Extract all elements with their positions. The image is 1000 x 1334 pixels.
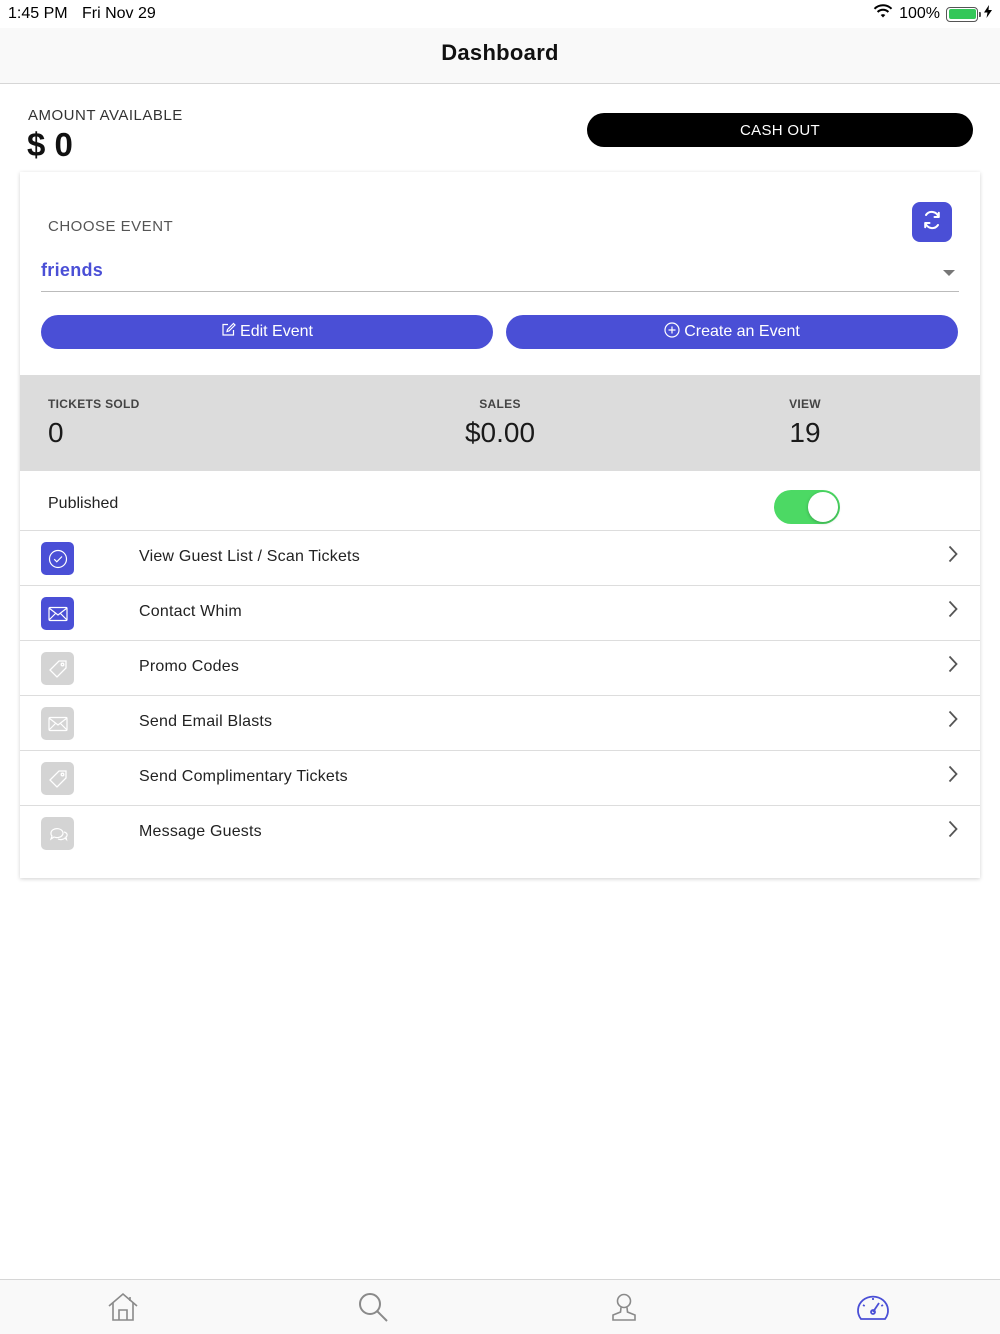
edit-event-button[interactable]: Edit Event xyxy=(41,315,493,349)
envelope-icon xyxy=(41,597,74,630)
event-stats: TICKETS SOLD 0 SALES $0.00 VIEW 19 xyxy=(20,375,980,471)
tag-icon xyxy=(41,652,74,685)
menu-item-message-guests[interactable]: Message Guests xyxy=(20,806,980,861)
choose-event-label: CHOOSE EVENT xyxy=(48,218,174,235)
stat-view-label: VIEW xyxy=(789,397,821,411)
menu-item-label: Contact Whim xyxy=(139,603,242,620)
chevron-right-icon xyxy=(948,545,958,568)
amount-available-label: AMOUNT AVAILABLE xyxy=(28,107,183,124)
chevron-right-icon xyxy=(948,820,958,843)
chevron-right-icon xyxy=(948,655,958,678)
create-event-label: Create an Event xyxy=(684,323,800,340)
stat-view: VIEW 19 xyxy=(755,397,855,449)
status-time: 1:45 PM xyxy=(8,5,68,22)
published-label: Published xyxy=(48,495,119,512)
stat-sales-label: SALES xyxy=(479,397,521,411)
stat-tickets-sold-value: 0 xyxy=(48,417,64,448)
chevron-right-icon xyxy=(948,765,958,788)
status-bar: 1:45 PM Fri Nov 29 100% xyxy=(0,0,1000,28)
cash-out-button[interactable]: CASH OUT xyxy=(587,113,973,147)
amount-available-value: $ 0 xyxy=(27,126,73,163)
charging-bolt-icon xyxy=(984,5,992,23)
published-row: Published xyxy=(20,471,980,531)
tag-icon xyxy=(41,762,74,795)
search-icon xyxy=(357,1291,389,1328)
action-menu-list: View Guest List / Scan Tickets Contact W… xyxy=(20,531,980,861)
menu-item-label: View Guest List / Scan Tickets xyxy=(139,548,360,565)
edit-icon xyxy=(221,322,236,342)
status-date: Fri Nov 29 xyxy=(82,5,156,22)
tab-dashboard[interactable] xyxy=(855,1292,891,1326)
tab-bar xyxy=(0,1279,1000,1334)
home-icon xyxy=(107,1292,139,1327)
page-title: Dashboard xyxy=(441,40,559,65)
menu-item-send-email-blasts[interactable]: Send Email Blasts xyxy=(20,696,980,751)
chevron-right-icon xyxy=(948,600,958,623)
stat-sales: SALES $0.00 xyxy=(400,397,600,449)
edit-event-label: Edit Event xyxy=(240,323,313,340)
check-circle-icon xyxy=(41,542,74,575)
menu-item-label: Send Complimentary Tickets xyxy=(139,768,348,785)
status-indicators: 100% xyxy=(873,4,992,24)
plus-circle-icon xyxy=(664,321,680,343)
stat-sales-value: $0.00 xyxy=(464,417,536,448)
stat-tickets-sold-label: TICKETS SOLD xyxy=(48,397,140,411)
event-select[interactable]: friends xyxy=(41,254,959,292)
menu-item-send-complimentary-tickets[interactable]: Send Complimentary Tickets xyxy=(20,751,980,806)
toggle-knob xyxy=(808,492,838,522)
navigation-bar: Dashboard xyxy=(0,28,1000,84)
chat-bubbles-icon xyxy=(41,817,74,850)
profile-icon xyxy=(610,1292,638,1327)
stat-view-value: 19 xyxy=(789,417,821,448)
menu-item-label: Send Email Blasts xyxy=(139,713,273,730)
menu-item-view-guest-list[interactable]: View Guest List / Scan Tickets xyxy=(20,531,980,586)
menu-item-label: Promo Codes xyxy=(139,658,240,675)
dropdown-caret-icon xyxy=(943,270,955,276)
chevron-right-icon xyxy=(948,710,958,733)
tab-home[interactable] xyxy=(105,1292,141,1326)
menu-item-promo-codes[interactable]: Promo Codes xyxy=(20,641,980,696)
published-toggle[interactable] xyxy=(774,490,840,524)
battery-percent: 100% xyxy=(899,5,940,22)
refresh-button[interactable] xyxy=(912,202,952,242)
wifi-icon xyxy=(873,4,893,24)
envelope-icon xyxy=(41,707,74,740)
create-event-button[interactable]: Create an Event xyxy=(506,315,958,349)
battery-icon xyxy=(946,6,981,22)
tab-search[interactable] xyxy=(355,1292,391,1326)
menu-item-label: Message Guests xyxy=(139,823,262,840)
menu-item-contact-whim[interactable]: Contact Whim xyxy=(20,586,980,641)
selected-event: friends xyxy=(41,260,104,280)
stat-tickets-sold: TICKETS SOLD 0 xyxy=(48,397,140,449)
dashboard-gauge-icon xyxy=(855,1292,891,1327)
event-dashboard-card: CHOOSE EVENT friends Edit Event Create a… xyxy=(20,172,980,878)
refresh-icon xyxy=(920,208,944,237)
tab-profile[interactable] xyxy=(606,1292,642,1326)
